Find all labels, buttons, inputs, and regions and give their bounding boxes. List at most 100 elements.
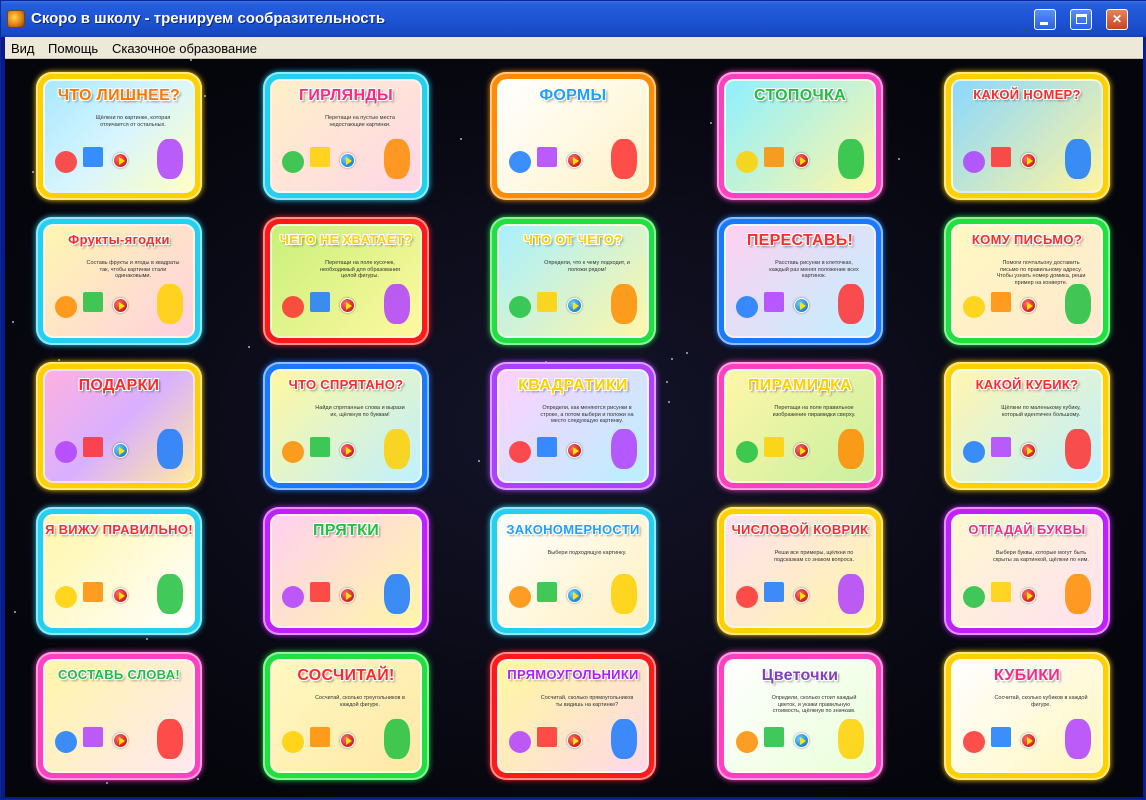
game-card[interactable]: ПРЯТКИ	[263, 507, 429, 635]
menu-help[interactable]: Помощь	[48, 41, 98, 56]
title-bar[interactable]: Скоро в школу - тренируем сообразительно…	[1, 1, 1146, 37]
minimize-button[interactable]	[1034, 9, 1056, 30]
illustration-shape	[157, 139, 183, 179]
game-card[interactable]: ЧТО СПРЯТАНО? Найди спрятанные слова и вы…	[263, 362, 429, 490]
game-card[interactable]: ЧТО ЛИШНЕЕ? Щёлкни по картинке, которая о…	[36, 72, 202, 200]
game-card[interactable]: КОМУ ПИСЬМО? Помоги почтальону доставить …	[944, 217, 1110, 345]
game-card-art: ПИРАМИДКА Перетащи на поле правильное изо…	[724, 369, 876, 483]
game-card[interactable]: КАКОЙ НОМЕР?	[944, 72, 1110, 200]
background-star	[671, 358, 673, 360]
game-card[interactable]: ПИРАМИДКА Перетащи на поле правильное изо…	[717, 362, 883, 490]
illustration-shape	[282, 296, 304, 318]
play-button[interactable]	[340, 298, 355, 313]
game-card[interactable]: ФОРМЫ	[490, 72, 656, 200]
game-card[interactable]: СОСТАВЬ СЛОВА!	[36, 652, 202, 780]
maximize-icon	[1076, 14, 1087, 24]
illustration-shape	[764, 292, 784, 312]
background-star	[197, 778, 199, 780]
illustration-shape	[509, 441, 531, 463]
menu-bar: Вид Помощь Сказочное образование	[5, 37, 1143, 59]
game-card[interactable]: ЧТО ОТ ЧЕГО? Определи, что к чему подходи…	[490, 217, 656, 345]
play-button[interactable]	[113, 298, 128, 313]
illustration-shape	[55, 151, 77, 173]
illustration-shape	[83, 147, 103, 167]
menu-fairy-education[interactable]: Сказочное образование	[112, 41, 257, 56]
play-button[interactable]	[340, 443, 355, 458]
play-button[interactable]	[567, 153, 582, 168]
background-star	[12, 321, 14, 323]
app-icon[interactable]	[7, 10, 25, 28]
game-card[interactable]: Я ВИЖУ ПРАВИЛЬНО!	[36, 507, 202, 635]
illustration-shape	[537, 582, 557, 602]
game-card[interactable]: ЧЕГО НЕ ХВАТАЕТ? Перетащи на поле кусочек…	[263, 217, 429, 345]
game-card[interactable]: ГИРЛЯНДЫ Перетащи на пустые места недоста…	[263, 72, 429, 200]
game-card-art: КАКОЙ НОМЕР?	[951, 79, 1103, 193]
play-button[interactable]	[340, 153, 355, 168]
illustration-shape	[838, 284, 864, 324]
game-card[interactable]: КАКОЙ КУБИК? Щёлкни по маленькому кубику,…	[944, 362, 1110, 490]
illustration-shape	[509, 151, 531, 173]
play-button[interactable]	[340, 733, 355, 748]
illustration-shape	[838, 719, 864, 759]
game-title: ЧТО ЛИШНЕЕ?	[57, 87, 181, 104]
close-button[interactable]: ✕	[1106, 9, 1128, 30]
play-button[interactable]	[1021, 298, 1036, 313]
play-button[interactable]	[113, 443, 128, 458]
play-button[interactable]	[794, 733, 809, 748]
illustration-shape	[611, 429, 637, 469]
play-button[interactable]	[794, 153, 809, 168]
illustration-shape	[310, 147, 330, 167]
illustration-shape	[991, 437, 1011, 457]
illustration-shape	[537, 437, 557, 457]
play-button[interactable]	[113, 733, 128, 748]
game-card-art: ЧИСЛОВОЙ КОВРИК Реши все примеры, щёлкни …	[724, 514, 876, 628]
game-description: Определи, что к чему подходит, и положи …	[544, 260, 630, 273]
illustration-shape	[282, 441, 304, 463]
game-card[interactable]: ОТГАДАЙ БУКВЫ Выбери буквы, которые могут…	[944, 507, 1110, 635]
game-description: Найди спрятанные слова и вырази их, щёлк…	[315, 405, 405, 418]
illustration-shape	[736, 586, 758, 608]
game-title: КАКОЙ НОМЕР?	[973, 87, 1081, 102]
illustration-shape	[611, 284, 637, 324]
game-card[interactable]: КУБИКИ Сосчитай, сколько кубиков в каждой…	[944, 652, 1110, 780]
play-button[interactable]	[794, 588, 809, 603]
window-title: Скоро в школу - тренируем сообразительно…	[31, 10, 386, 27]
maximize-button[interactable]	[1070, 9, 1092, 30]
game-card[interactable]: Фрукты-ягодки Составь фрукты и ягоды в кв…	[36, 217, 202, 345]
play-button[interactable]	[1021, 443, 1036, 458]
game-card[interactable]: КВАДРАТИКИ Определи, как меняются рисунки…	[490, 362, 656, 490]
game-description: Перетащи на поле кусочек, необходимый дл…	[319, 260, 401, 279]
play-button[interactable]	[340, 588, 355, 603]
play-button[interactable]	[567, 443, 582, 458]
game-title: ФОРМЫ	[539, 87, 607, 104]
play-button[interactable]	[567, 733, 582, 748]
play-button[interactable]	[794, 443, 809, 458]
illustration-shape	[1065, 429, 1091, 469]
background-star	[478, 460, 480, 462]
game-card[interactable]: ЧИСЛОВОЙ КОВРИК Реши все примеры, щёлкни …	[717, 507, 883, 635]
background-star	[668, 401, 670, 403]
game-card[interactable]: ПРЯМОУГОЛЬНИКИ Сосчитай, сколько прямоуго…	[490, 652, 656, 780]
play-button[interactable]	[567, 588, 582, 603]
illustration-shape	[838, 574, 864, 614]
game-card[interactable]: Цветочки Определи, сколько стоит каждый ц…	[717, 652, 883, 780]
play-button[interactable]	[1021, 588, 1036, 603]
menu-view[interactable]: Вид	[11, 41, 35, 56]
play-button[interactable]	[1021, 733, 1036, 748]
game-card[interactable]: ПЕРЕСТАВЬ! Расставь рисунки в клеточках, …	[717, 217, 883, 345]
game-description: Сосчитай, сколько кубиков в каждой фигур…	[994, 695, 1088, 708]
play-button[interactable]	[794, 298, 809, 313]
game-card[interactable]: СОСЧИТАЙ! Сосчитай, сколько треугольников…	[263, 652, 429, 780]
game-description: Выбери буквы, которые могут быть скрыты …	[993, 550, 1089, 563]
play-button[interactable]	[113, 153, 128, 168]
illustration-shape	[611, 719, 637, 759]
game-card[interactable]: ПОДАРКИ	[36, 362, 202, 490]
game-card[interactable]: ЗАКОНОМЕРНОСТИ Выбери подходящую картинку…	[490, 507, 656, 635]
illustration-shape	[736, 441, 758, 463]
game-card[interactable]: СТОПОЧКА	[717, 72, 883, 200]
game-description: Помоги почтальону доставить письмо по пр…	[996, 260, 1086, 286]
play-button[interactable]	[113, 588, 128, 603]
illustration-shape	[384, 284, 410, 324]
play-button[interactable]	[1021, 153, 1036, 168]
play-button[interactable]	[567, 298, 582, 313]
